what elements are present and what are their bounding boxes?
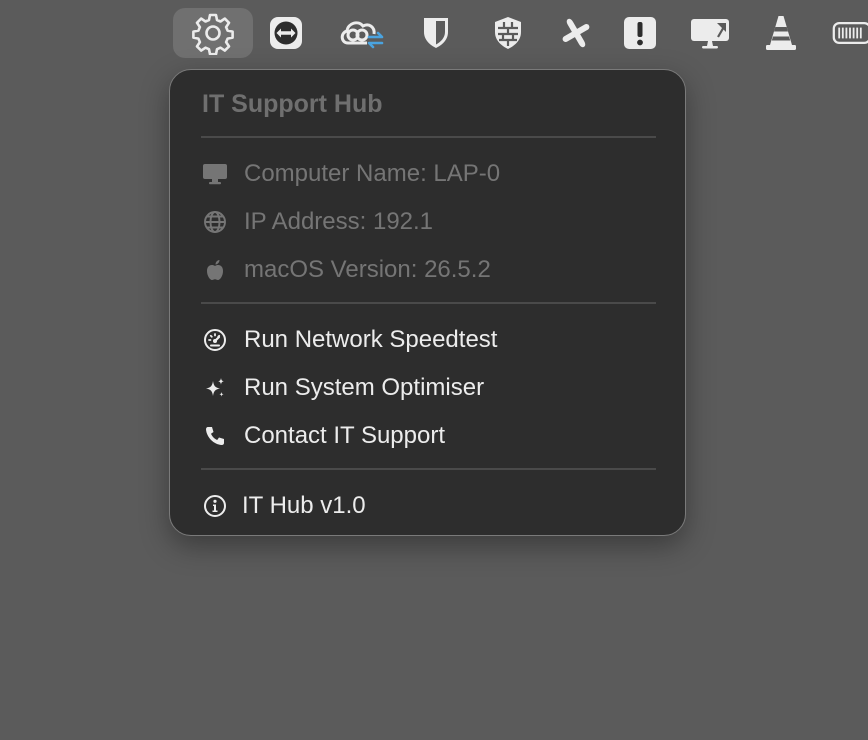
airplane-icon[interactable]: [556, 8, 596, 58]
menu-item-macos-version: macOS Version: 26.5.2: [201, 250, 656, 290]
it-hub-version-label: IT Hub v1.0: [242, 492, 366, 519]
info-icon: [201, 492, 229, 520]
macos-version-label: macOS Version: 26.5.2: [244, 256, 491, 283]
run-system-optimiser-item[interactable]: Run System Optimiser: [201, 368, 656, 408]
sparkles-icon: [201, 374, 229, 402]
menu-separator: [201, 302, 656, 304]
battery-icon[interactable]: [832, 8, 868, 58]
ip-address-label: IP Address: 192.1: [244, 208, 434, 235]
computer-name-label: Computer Name: LAP-0: [244, 160, 501, 187]
monitor-icon: [201, 160, 229, 188]
dropdown-menu: IT Support Hub Computer Name: LAP-0 IP A…: [169, 69, 686, 536]
run-network-speedtest-item[interactable]: Run Network Speedtest: [201, 320, 656, 360]
menu-title: IT Support Hub: [202, 90, 383, 118]
menu-separator: [201, 468, 656, 470]
it-hub-version-item[interactable]: IT Hub v1.0: [201, 486, 656, 526]
firewall-shield-icon[interactable]: [489, 8, 527, 58]
phone-icon: [201, 422, 229, 450]
menu-separator: [201, 136, 656, 138]
run-network-speedtest-label: Run Network Speedtest: [244, 326, 498, 353]
speedometer-icon: [201, 326, 229, 354]
teamviewer-icon[interactable]: [266, 8, 306, 58]
menu-item-computer-name: Computer Name: LAP-0: [201, 154, 656, 194]
menu-item-ip-address: IP Address: 192.1: [201, 202, 656, 242]
alert-exclamation-icon[interactable]: [622, 8, 658, 58]
menu-bar: [0, 0, 868, 66]
apple-icon: [201, 256, 229, 284]
globe-icon: [201, 208, 229, 236]
run-system-optimiser-label: Run System Optimiser: [244, 374, 485, 401]
bitwarden-shield-icon[interactable]: [419, 8, 453, 58]
traffic-cone-icon[interactable]: [762, 8, 800, 58]
display-cast-icon[interactable]: [688, 8, 732, 58]
contact-it-support-item[interactable]: Contact IT Support: [201, 416, 656, 456]
gear-icon[interactable]: [173, 8, 253, 58]
contact-it-support-label: Contact IT Support: [244, 422, 445, 449]
creative-cloud-sync-icon[interactable]: [338, 8, 388, 58]
